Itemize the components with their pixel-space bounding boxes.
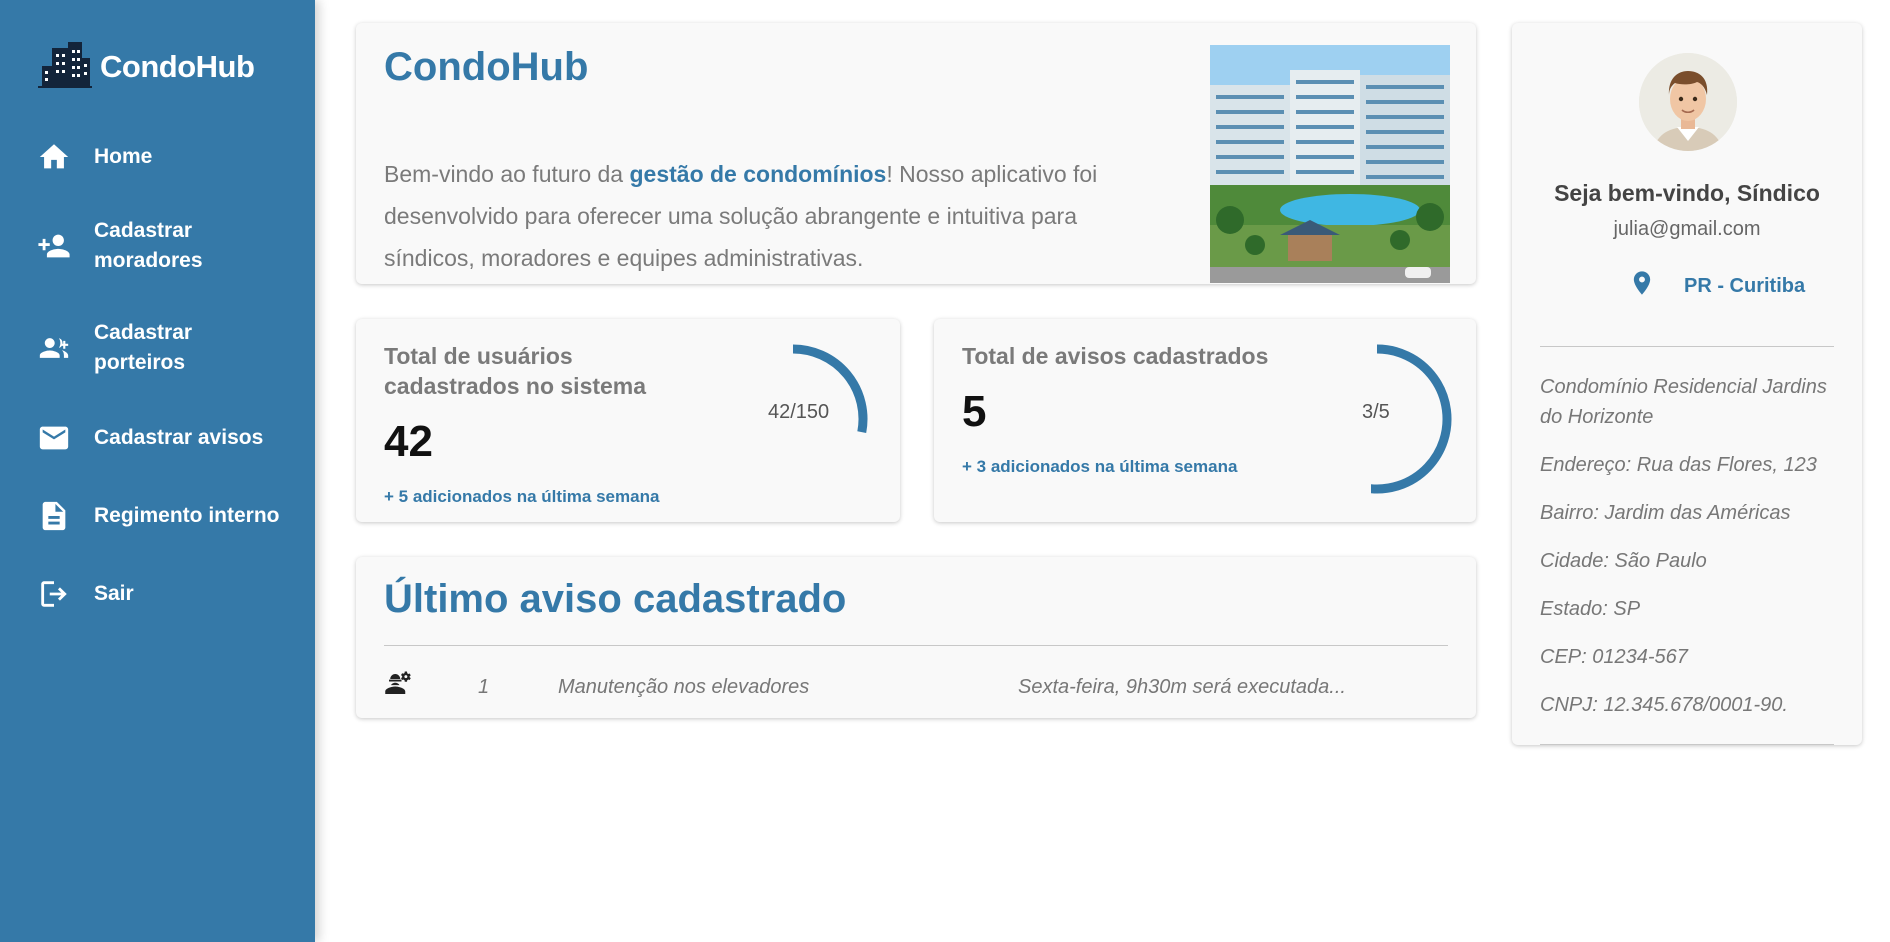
location-label: PR - Curitiba xyxy=(1684,274,1806,297)
sidebar-item-label: Cadastrar avisos xyxy=(94,426,264,449)
sidebar-item-cadastrar-porteiros[interactable]: Cadastrar porteiros xyxy=(36,318,214,378)
building-logo-icon xyxy=(38,40,92,93)
condo-zip: CEP: 01234-567 xyxy=(1540,646,1688,668)
sidebar-item-home[interactable]: Home xyxy=(36,139,294,175)
condo-cnpj: CNPJ: 12.345.678/0001-90. xyxy=(1540,694,1788,716)
profile-card: Seja bem-vindo, Síndico julia@gmail.com … xyxy=(1512,23,1862,745)
sidebar-item-label: Sair xyxy=(94,582,134,605)
notices-stat-card: Total de avisos cadastrados 5 + 3 adicio… xyxy=(934,319,1476,522)
sidebar-item-label: Cadastrar porteiros xyxy=(94,321,193,374)
home-icon xyxy=(36,139,72,175)
notice-title: Último aviso cadastrado xyxy=(384,577,847,621)
sidebar-item-sair[interactable]: Sair xyxy=(36,576,294,612)
condo-neighborhood: Bairro: Jardim das Américas xyxy=(1540,502,1791,524)
hero-text-start: Bem-vindo ao futuro da xyxy=(384,161,630,187)
brand[interactable]: CondoHub xyxy=(38,40,255,93)
sidebar-item-cadastrar-moradores[interactable]: Cadastrar moradores xyxy=(36,216,214,276)
sidebar-item-regimento-interno[interactable]: Regimento interno xyxy=(36,498,294,534)
sidebar-item-cadastrar-avisos[interactable]: Cadastrar avisos xyxy=(36,420,294,456)
last-notice-card: Último aviso cadastrado 1 Manutenção nos… xyxy=(356,557,1476,718)
divider xyxy=(384,645,1448,646)
stat-title: Total de usuários cadastrados no sistema xyxy=(384,343,647,399)
divider xyxy=(1540,744,1834,745)
user-email: julia@gmail.com xyxy=(1613,218,1761,240)
sidebar: CondoHub Home Cadastrar moradores Cadast… xyxy=(0,0,315,942)
worker-icon xyxy=(384,669,414,705)
stat-subtitle: + 3 adicionados na última semana xyxy=(962,457,1238,476)
sidebar-item-label: Regimento interno xyxy=(94,504,280,527)
condominium-image xyxy=(1210,45,1450,283)
group-add-icon xyxy=(36,330,72,366)
notice-row[interactable]: 1 Manutenção nos elevadores Sexta-feira,… xyxy=(384,669,1448,705)
divider xyxy=(1540,346,1834,347)
document-icon xyxy=(36,498,72,534)
condo-city: Cidade: São Paulo xyxy=(1540,550,1707,572)
notice-id: 1 xyxy=(478,675,490,698)
sidebar-item-label: Home xyxy=(94,145,153,168)
hero-text: Bem-vindo ao futuro da gestão de condomí… xyxy=(384,153,1164,279)
condo-state: Estado: SP xyxy=(1540,598,1641,620)
users-progress-gauge xyxy=(792,344,868,433)
stat-value: 5 xyxy=(962,387,987,436)
hero-card: CondoHub Bem-vindo ao futuro da gestão d… xyxy=(356,23,1476,284)
users-stat-card: Total de usuários cadastrados no sistema… xyxy=(356,319,900,522)
condo-address: Endereço: Rua das Flores, 123 xyxy=(1540,454,1817,476)
person-add-icon xyxy=(36,228,72,264)
logout-icon xyxy=(36,576,72,612)
hero-text-highlight: gestão de condomínios xyxy=(629,161,887,187)
location-pin-icon xyxy=(1628,268,1656,304)
notice-subject: Manutenção nos elevadores xyxy=(558,675,810,698)
mail-icon xyxy=(36,420,72,456)
welcome-message: Seja bem-vindo, Síndico xyxy=(1554,180,1820,206)
hero-title: CondoHub xyxy=(384,45,589,89)
notice-description: Sexta-feira, 9h30m será executada... xyxy=(1018,675,1346,698)
notices-progress-gauge xyxy=(1371,344,1452,494)
app-name: CondoHub xyxy=(100,48,255,84)
user-location: PR - Curitiba xyxy=(1600,268,1805,304)
condo-name: Condomínio Residencial Jardins do Horizo… xyxy=(1540,376,1827,428)
stat-title: Total de avisos cadastrados xyxy=(962,343,1269,369)
stat-value: 42 xyxy=(384,417,433,466)
stat-subtitle: + 5 adicionados na última semana xyxy=(384,487,660,506)
sidebar-item-label: Cadastrar moradores xyxy=(94,219,203,272)
avatar xyxy=(1639,53,1737,151)
